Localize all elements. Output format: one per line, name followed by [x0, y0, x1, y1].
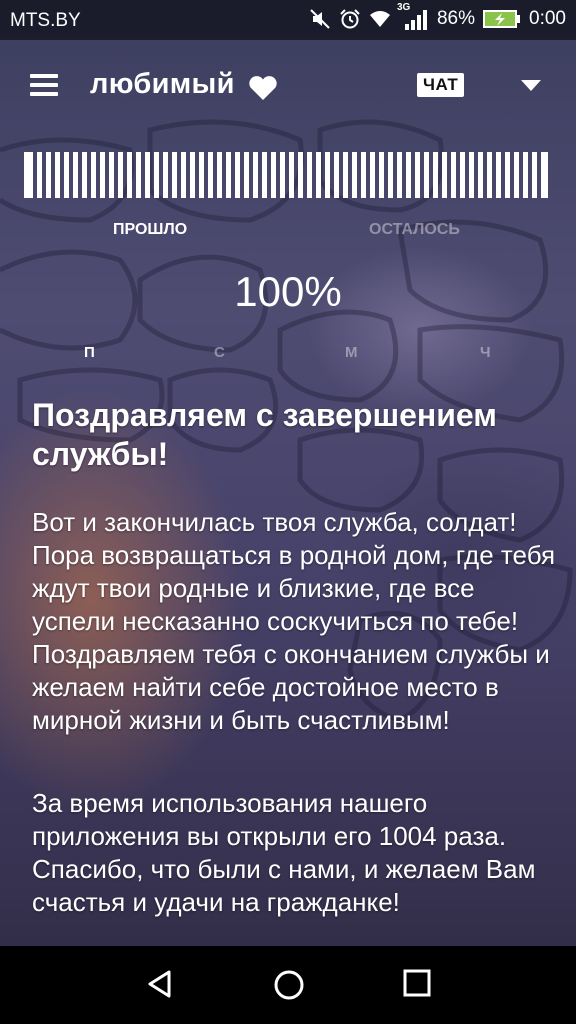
battery-percent: 86%	[436, 8, 476, 29]
carrier-name: MTS.BY	[10, 10, 81, 31]
content-area: любимый ЧАТ ПРОШЛО ОСТАЛОСЬ 100% П С М Ч…	[0, 0, 576, 946]
home-icon[interactable]	[272, 968, 306, 1002]
signal-icon	[404, 10, 427, 30]
unit-tab-seconds[interactable]: Ч	[480, 344, 491, 361]
hamburger-menu-icon[interactable]	[30, 74, 58, 96]
progress-fill	[28, 152, 544, 198]
battery-charging-icon	[483, 10, 521, 28]
chat-button[interactable]: ЧАТ	[417, 73, 465, 97]
mute-icon	[310, 9, 330, 29]
app-screen: любимый ЧАТ ПРОШЛО ОСТАЛОСЬ 100% П С М Ч…	[0, 0, 576, 1024]
unit-tab-hours[interactable]: С	[214, 344, 225, 361]
status-icons: 3G 86% 0:00	[309, 2, 566, 30]
service-progress-bar	[24, 152, 548, 198]
dropdown-triangle-icon[interactable]	[521, 80, 541, 92]
signal-indicator: 3G	[397, 2, 429, 30]
wifi-icon	[369, 11, 390, 27]
unit-tab-days[interactable]: П	[84, 344, 95, 361]
clock: 0:00	[529, 8, 566, 29]
status-bar: MTS.BY 3G 86% 0:00	[0, 0, 576, 40]
app-bar: любимый ЧАТ	[0, 56, 576, 116]
system-nav-bar	[0, 946, 576, 1024]
tab-passed[interactable]: ПРОШЛО	[113, 221, 187, 239]
alarm-icon	[340, 9, 360, 29]
app-title: любимый	[90, 68, 235, 100]
tab-remaining[interactable]: ОСТАЛОСЬ	[369, 221, 460, 239]
unit-tab-minutes[interactable]: М	[345, 344, 358, 361]
recents-icon[interactable]	[402, 968, 432, 998]
heart-icon	[249, 76, 277, 100]
progress-percent: 100%	[234, 268, 342, 315]
back-icon[interactable]	[144, 968, 176, 1000]
congratulations-text: Вот и закончилась твоя служба, солдат! П…	[32, 507, 556, 735]
usage-stats-text: За время использования нашего приложения…	[32, 788, 536, 917]
congratulations-title: Поздравляем с завершением службы!	[32, 397, 497, 472]
